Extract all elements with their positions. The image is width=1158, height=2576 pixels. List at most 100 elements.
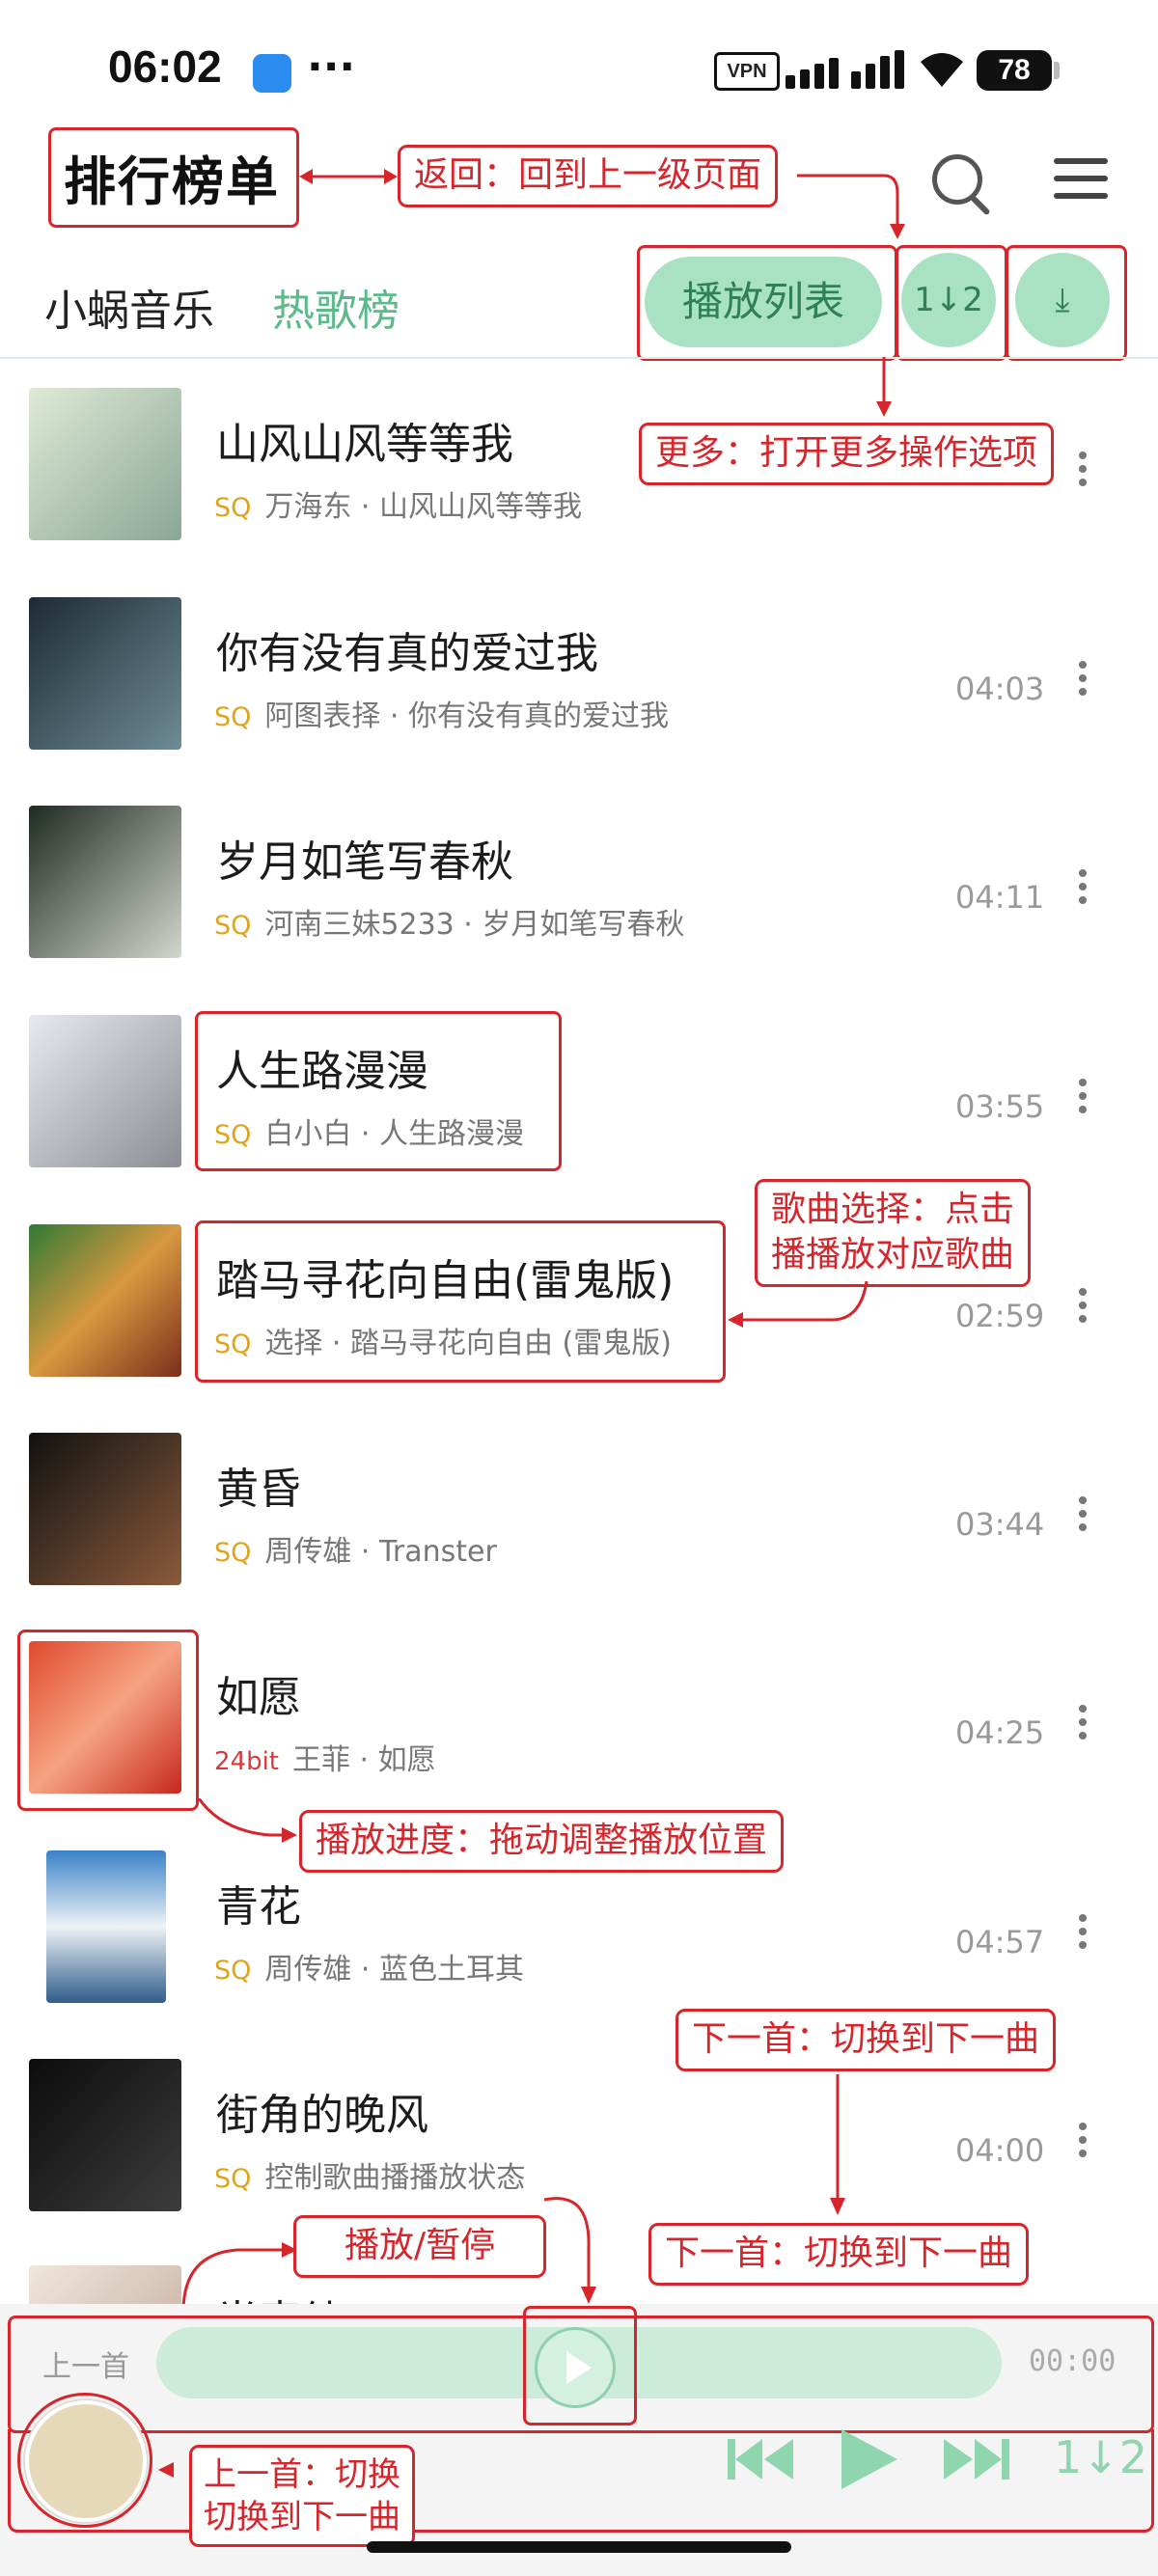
song-select-arrow: [728, 1281, 868, 1328]
prev-label[interactable]: 上一首: [42, 2343, 129, 2385]
more-options-icon[interactable]: [1079, 1079, 1090, 1119]
quality-badge: SQ: [214, 911, 252, 941]
more-options-icon[interactable]: [1079, 452, 1090, 492]
song-title: 人生路漫漫: [216, 1047, 428, 1096]
vpn-icon: VPN: [714, 52, 780, 91]
prev-arrow: [158, 2462, 174, 2478]
list-item[interactable]: 人生路漫漫 SQ 白小白 · 人生路漫漫 03:55: [0, 986, 1158, 1179]
album-cover: [29, 2059, 181, 2211]
back-annotation: 返回：回到上一级页面: [398, 145, 779, 207]
song-title: 青花: [216, 1882, 301, 1932]
wifi-icon: [921, 53, 963, 87]
list-item[interactable]: 你有没有真的爱过我 SQ 阿图表择 · 你有没有真的爱过我 04:03: [0, 568, 1158, 761]
song-subtitle: SQ 阿图表择 · 你有没有真的爱过我: [214, 699, 669, 733]
prev-annotation: 上一首：切换 切换到下一曲: [189, 2445, 415, 2548]
play-pause-left-arrow: [181, 2242, 297, 2312]
download-icon: ⤓: [1055, 281, 1070, 319]
list-item[interactable]: 黄昏 SQ 周传雄 · Transter 03:44: [0, 1404, 1158, 1597]
previous-track-icon[interactable]: [726, 2433, 797, 2485]
quality-badge: SQ: [214, 1120, 252, 1150]
song-duration: 03:44: [955, 1506, 1045, 1543]
song-subtitle: SQ 周传雄 · Transter: [214, 1535, 497, 1569]
list-item[interactable]: 岁月如笔写春秋 SQ 河南三妹5233 · 岁月如笔写春秋 04:11: [0, 777, 1158, 970]
album-cover: [29, 1015, 181, 1167]
more-options-icon[interactable]: [1079, 2123, 1090, 2163]
progress-arrow: [197, 1798, 297, 1843]
play-pause-arrow: [543, 2197, 596, 2304]
more-notifications-icon: ···: [307, 42, 356, 92]
page-title[interactable]: 排行榜单: [64, 139, 280, 215]
more-options-icon[interactable]: [1079, 1496, 1090, 1537]
play-icon[interactable]: [838, 2427, 899, 2491]
quality-badge: SQ: [214, 1956, 252, 1986]
more-options-icon[interactable]: [1079, 661, 1090, 701]
tab-source[interactable]: 小蜗音乐: [44, 276, 214, 338]
song-select-annotation: 歌曲选择：点击 播播放对应歌曲: [755, 1179, 1032, 1287]
battery-icon: 78: [977, 50, 1060, 91]
album-cover: [29, 1433, 181, 1585]
song-title: 踏马寻花向自由(雷鬼版): [216, 1256, 675, 1305]
menu-icon[interactable]: [1054, 158, 1108, 199]
quality-badge: 24bit: [214, 1747, 280, 1776]
more-annotation: 更多：打开更多操作选项: [639, 423, 1055, 485]
album-cover: [46, 1850, 166, 2003]
album-cover: [29, 2265, 181, 2304]
album-disc[interactable]: [25, 2400, 147, 2522]
time-end: 00:00: [1029, 2344, 1117, 2378]
search-icon[interactable]: [932, 154, 982, 205]
back-arrow-annotation: [299, 169, 398, 184]
next-annotation: 下一首：切换到下一曲: [676, 2009, 1057, 2071]
album-cover: [29, 1224, 181, 1377]
more-options-icon[interactable]: [1079, 1914, 1090, 1955]
song-title: 岁月如笔写春秋: [216, 837, 513, 887]
play-order-icon[interactable]: 1↓2: [1054, 2431, 1147, 2483]
song-subtitle: SQ 河南三妹5233 · 岁月如笔写春秋: [214, 908, 685, 942]
song-subtitle: 24bit 王菲 · 如愿: [214, 1743, 436, 1777]
song-duration: 04:25: [955, 1714, 1045, 1751]
play-list-button[interactable]: 播放列表: [645, 257, 882, 347]
song-duration: 04:57: [955, 1924, 1045, 1960]
song-title: 如愿: [216, 1673, 301, 1722]
quality-badge: SQ: [214, 1329, 252, 1359]
song-subtitle: SQ 选择 · 踏马寻花向自由 (雷鬼版): [214, 1327, 672, 1360]
tab-hot-chart[interactable]: 热歌榜: [272, 276, 400, 338]
quality-badge: SQ: [214, 2164, 252, 2194]
album-cover: [29, 597, 181, 750]
play-pause-annotation: 播放/暂停: [293, 2215, 547, 2278]
app-notification-icon: [253, 54, 291, 93]
more-arrow-annotation: [797, 174, 905, 239]
quality-badge: SQ: [214, 493, 252, 523]
next-arrow: [830, 2074, 845, 2215]
song-title: 黄昏: [216, 1465, 301, 1514]
cover-highlight: [17, 1630, 199, 1811]
quality-badge: SQ: [214, 702, 252, 732]
signal-icon: [786, 48, 904, 89]
more-options-icon[interactable]: [1079, 1288, 1090, 1329]
next-annotation-2: 下一首：切换到下一曲: [648, 2223, 1030, 2286]
song-subtitle: SQ 万海东 · 山风山风等等我: [214, 490, 582, 524]
song-duration: 02:59: [955, 1298, 1045, 1334]
play-pause-knob[interactable]: [535, 2327, 616, 2408]
song-duration: 04:11: [955, 879, 1045, 916]
album-cover: [29, 806, 181, 958]
more-options-icon[interactable]: [1079, 1705, 1090, 1745]
progress-annotation: 播放进度：拖动调整播放位置: [299, 1810, 785, 1873]
list-item[interactable]: 如愿 24bit 王菲 · 如愿 04:25: [0, 1612, 1158, 1811]
song-subtitle: SQ 控制歌曲播播放状态: [214, 2161, 526, 2195]
more-options-icon[interactable]: [1079, 869, 1090, 910]
home-indicator: [367, 2541, 791, 2553]
song-duration: 04:00: [955, 2132, 1045, 2169]
next-track-icon[interactable]: [940, 2433, 1011, 2485]
song-duration: 03:55: [955, 1088, 1045, 1125]
song-subtitle: SQ 白小白 · 人生路漫漫: [214, 1117, 524, 1151]
status-time: 06:02: [108, 41, 222, 92]
song-title: 你有没有真的爱过我: [216, 629, 598, 678]
song-title: 山风山风等等我: [216, 420, 513, 469]
download-button[interactable]: ⤓: [1015, 253, 1110, 347]
song-duration: 04:03: [955, 671, 1045, 707]
sort-icon: 1↓2: [914, 281, 983, 319]
album-cover: [29, 388, 181, 540]
quality-badge: SQ: [214, 1538, 252, 1568]
sort-button[interactable]: 1↓2: [901, 253, 996, 347]
song-title: 街角的晚风: [216, 2091, 428, 2140]
